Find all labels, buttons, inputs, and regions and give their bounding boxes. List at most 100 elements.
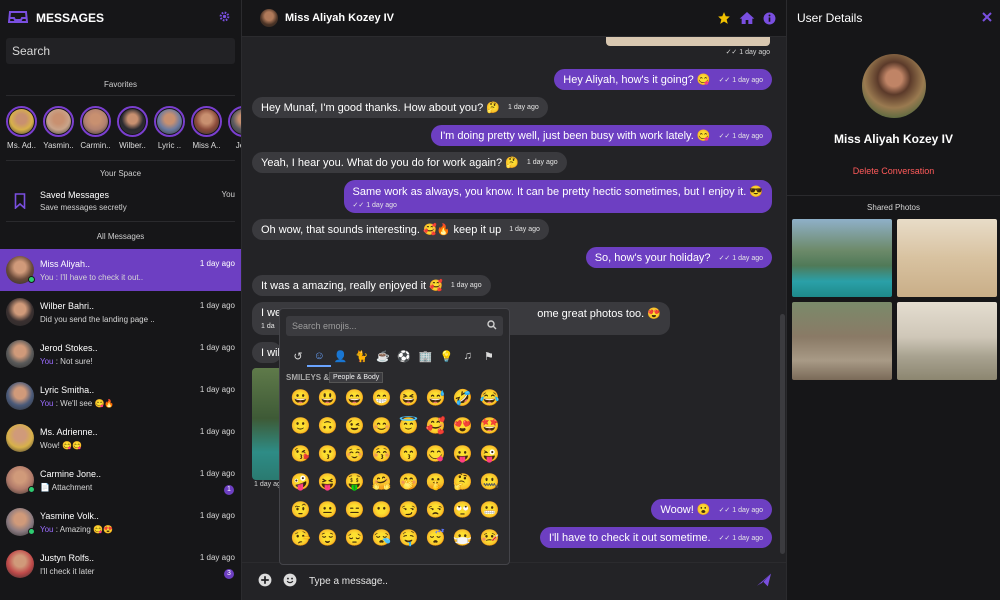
smiley-icon[interactable]: ☺ <box>307 350 332 367</box>
emoji-option[interactable]: 🤫 <box>422 474 449 492</box>
emoji-option[interactable]: 😴 <box>422 530 449 548</box>
emoji-option[interactable]: 🤪 <box>287 474 314 492</box>
sidebar-search-input[interactable]: Search <box>6 38 235 64</box>
message-bubble-outgoing[interactable]: I'll have to check it out sometime. ✓✓ 1 … <box>539 527 772 548</box>
emoji-option[interactable]: 🤨 <box>287 502 314 520</box>
saved-messages-item[interactable]: Saved Messages Save messages secretly Yo… <box>0 184 241 218</box>
emoji-option[interactable]: 🤭 <box>395 474 422 492</box>
music-icon[interactable]: ♫ <box>460 350 476 362</box>
message-bubble-outgoing[interactable]: So, how's your holiday? ✓✓ 1 day ago <box>585 247 772 268</box>
building-icon[interactable]: 🏢 <box>417 350 433 363</box>
emoji-option[interactable]: 😚 <box>368 446 395 464</box>
star-icon[interactable] <box>717 11 731 25</box>
animal-icon[interactable]: 🐈 <box>354 350 370 363</box>
emoji-option[interactable]: 🤥 <box>287 530 314 548</box>
emoji-option[interactable]: 😌 <box>314 530 341 548</box>
info-icon[interactable] <box>763 12 776 25</box>
message-bubble-incoming[interactable]: Yeah, I hear you. What do you do for wor… <box>252 152 567 173</box>
emoji-option[interactable]: 🥰 <box>422 418 449 436</box>
message-bubble-incoming[interactable]: It was a amazing, really enjoyed it 🥰 1 d… <box>252 275 491 296</box>
conversation-item[interactable]: Justyn Rolfs.. I'll check it later 1 day a… <box>0 543 241 585</box>
person-icon[interactable]: 👤 <box>332 350 348 363</box>
object-icon[interactable]: 💡 <box>439 350 455 363</box>
favorite-contact[interactable]: Jero <box>228 106 241 150</box>
emoji-option[interactable]: 🙂 <box>287 418 314 436</box>
conversation-item[interactable]: Ms. Adrienne.. Wow! 😋😋 1 day ago <box>0 417 241 459</box>
emoji-search-input[interactable]: Search emojis... <box>286 316 503 336</box>
settings-gear-icon[interactable] <box>218 10 231 26</box>
emoji-option[interactable]: ☺️ <box>341 446 368 464</box>
contact-avatar[interactable] <box>260 9 278 27</box>
emoji-option[interactable]: 🙄 <box>449 502 476 520</box>
emoji-option[interactable]: 😛 <box>449 446 476 464</box>
message-bubble-incoming[interactable]: Oh wow, that sounds interesting. 🥰🔥 keep… <box>252 219 549 240</box>
food-icon[interactable]: ☕ <box>375 350 391 363</box>
emoji-option[interactable]: 😋 <box>422 446 449 464</box>
shared-photo[interactable] <box>897 302 997 380</box>
emoji-option[interactable]: 😙 <box>395 446 422 464</box>
emoji-option[interactable]: 😘 <box>287 446 314 464</box>
message-input[interactable]: Type a message.. <box>309 576 756 587</box>
message-bubble-outgoing[interactable]: Same work as always, you know. It can be… <box>343 180 772 213</box>
emoji-option[interactable]: 😝 <box>314 474 341 492</box>
home-icon[interactable] <box>739 11 755 25</box>
emoji-option[interactable]: 🤐 <box>476 474 503 492</box>
chat-scrollbar[interactable] <box>780 314 785 554</box>
emoji-option[interactable]: 😪 <box>368 530 395 548</box>
emoji-option[interactable]: 😇 <box>395 418 422 436</box>
recent-icon[interactable]: ↺ <box>290 350 306 363</box>
emoji-option[interactable]: 🤔 <box>449 474 476 492</box>
emoji-option[interactable]: 😐 <box>314 502 341 520</box>
emoji-option[interactable]: 🙃 <box>314 418 341 436</box>
conversation-item[interactable]: Yasmine Volk.. You : Amazing 😋😍 1 day ago <box>0 501 241 543</box>
image-message[interactable] <box>252 368 282 480</box>
emoji-toggle-icon[interactable] <box>283 573 297 590</box>
favorite-contact[interactable]: Lyric .. <box>154 106 185 150</box>
emoji-option[interactable]: 😬 <box>476 502 503 520</box>
activity-icon[interactable]: ⚽ <box>396 350 412 363</box>
conversation-item[interactable]: Lyric Smitha.. You : We'll see 😋🔥 1 day ag… <box>0 375 241 417</box>
send-icon[interactable] <box>756 573 772 590</box>
message-bubble-outgoing[interactable]: Woow! 😮 ✓✓ 1 day ago <box>651 499 772 520</box>
emoji-option[interactable]: 🤣 <box>449 390 476 408</box>
emoji-option[interactable]: 😷 <box>449 530 476 548</box>
conversation-item[interactable]: Carmine Jone.. 📄 Attachment 1 day ago 1 <box>0 459 241 501</box>
conversation-item[interactable]: Wilber Bahri.. Did you send the landing p… <box>0 291 241 333</box>
emoji-option[interactable]: 😒 <box>422 502 449 520</box>
shared-photo[interactable] <box>897 219 997 297</box>
emoji-option[interactable]: 🤗 <box>368 474 395 492</box>
emoji-option[interactable]: 😄 <box>341 390 368 408</box>
emoji-option[interactable]: 😃 <box>314 390 341 408</box>
favorite-contact[interactable]: Ms. Ad.. <box>6 106 37 150</box>
message-bubble-outgoing[interactable]: I'm doing pretty well, just been busy wi… <box>431 125 772 146</box>
emoji-option[interactable]: 😊 <box>368 418 395 436</box>
emoji-option[interactable]: 😑 <box>341 502 368 520</box>
favorite-contact[interactable]: Yasmin.. <box>43 106 74 150</box>
favorite-contact[interactable]: Wilber.. <box>117 106 148 150</box>
emoji-option[interactable]: 😁 <box>368 390 395 408</box>
emoji-option[interactable]: 🤤 <box>395 530 422 548</box>
emoji-option[interactable]: 😂 <box>476 390 503 408</box>
favorite-contact[interactable]: Miss A.. <box>191 106 222 150</box>
conversation-item[interactable]: Miss Aliyah.. You : I'll have to check it… <box>0 249 241 291</box>
emoji-option[interactable]: 😗 <box>314 446 341 464</box>
emoji-option[interactable]: 😆 <box>395 390 422 408</box>
message-bubble-incoming[interactable]: Hey Munaf, I'm good thanks. How about yo… <box>252 97 548 118</box>
emoji-option[interactable]: 😜 <box>476 446 503 464</box>
shared-photo[interactable] <box>792 302 892 380</box>
emoji-option[interactable]: 😉 <box>341 418 368 436</box>
emoji-option[interactable]: 😀 <box>287 390 314 408</box>
delete-conversation-button[interactable]: Delete Conversation <box>787 166 1000 176</box>
message-bubble-incoming[interactable]: I wil <box>252 342 282 363</box>
emoji-option[interactable]: 😶 <box>368 502 395 520</box>
emoji-option[interactable]: 🤑 <box>341 474 368 492</box>
flag-icon[interactable]: ⚑ <box>481 350 497 363</box>
emoji-option[interactable]: 😍 <box>449 418 476 436</box>
conversation-item[interactable]: Jerod Stokes.. You : Not sure! 1 day ago <box>0 333 241 375</box>
close-icon[interactable] <box>982 11 992 25</box>
emoji-option[interactable]: 😅 <box>422 390 449 408</box>
emoji-option[interactable]: 🤒 <box>476 530 503 548</box>
message-bubble-outgoing[interactable]: Hey Aliyah, how's it going? 😋 ✓✓ 1 day ag… <box>554 69 772 90</box>
emoji-option[interactable]: 🤩 <box>476 418 503 436</box>
add-attachment-icon[interactable] <box>258 573 272 590</box>
